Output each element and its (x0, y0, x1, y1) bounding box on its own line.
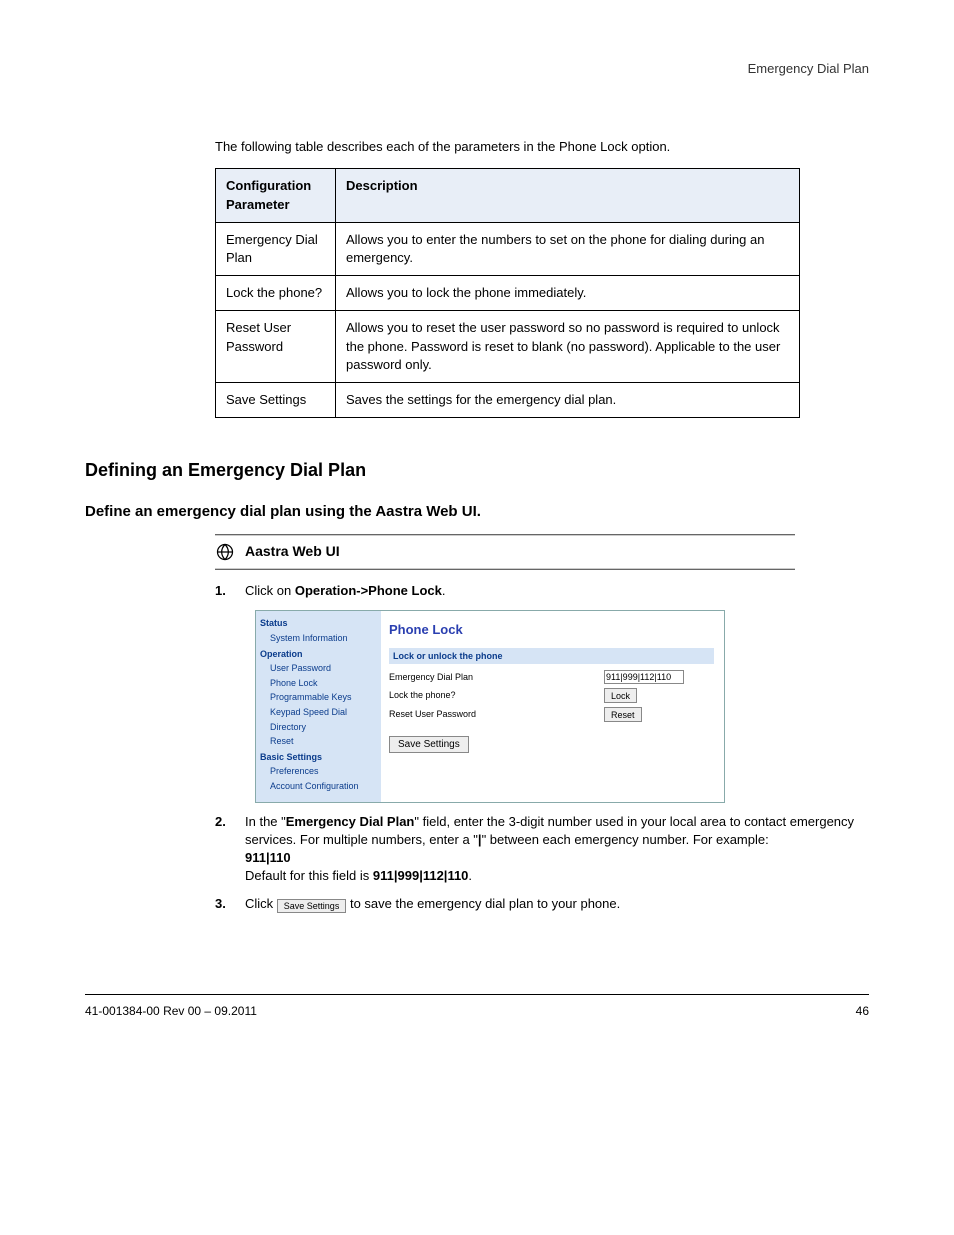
param-desc: Allows you to lock the phone immediately… (336, 276, 800, 311)
params-table-header-1: Description (336, 169, 800, 222)
step3-a: Click (245, 896, 277, 911)
save-settings-button[interactable]: Save Settings (389, 736, 469, 753)
sidebar-item-preferences[interactable]: Preferences (260, 764, 381, 779)
row-lock-phone: Lock the phone? Lock (389, 686, 714, 705)
sidebar-item-user-password[interactable]: User Password (260, 661, 381, 676)
sidebar-item-system-information[interactable]: System Information (260, 631, 381, 646)
inline-save-settings-icon: Save Settings (277, 896, 347, 914)
table-row: Reset User Password Allows you to reset … (216, 311, 800, 383)
page-header-right: Emergency Dial Plan (85, 60, 869, 78)
sidebar: Status System Information Operation User… (256, 611, 381, 801)
section-sub-title: Define an emergency dial plan using the … (85, 501, 869, 522)
divider (215, 568, 795, 570)
param-name: Reset User Password (216, 311, 336, 383)
step-1-b: Operation->Phone Lock (295, 583, 442, 598)
sidebar-item-programmable-keys[interactable]: Programmable Keys (260, 690, 381, 705)
step-number: 3. (215, 895, 235, 914)
params-table-header-0: Configuration Parameter (216, 169, 336, 222)
phone-lock-section-bar: Lock or unlock the phone (389, 648, 714, 665)
label-lock-phone: Lock the phone? (389, 689, 604, 702)
webui-banner-text: Aastra Web UI (245, 542, 340, 562)
step-text: Click on Operation->Phone Lock. (245, 582, 445, 600)
webui-banner: Aastra Web UI (215, 536, 795, 568)
page-footer: 41-001384-00 Rev 00 – 09.2011 46 (85, 1003, 869, 1020)
param-desc: Allows you to enter the numbers to set o… (336, 222, 800, 275)
step-number: 2. (215, 813, 235, 886)
lock-button[interactable]: Lock (604, 688, 637, 703)
step2-e: " between each emergency number. For exa… (482, 832, 769, 847)
step-text: Click Save Settings to save the emergenc… (245, 895, 620, 914)
step-1-c: . (442, 583, 446, 598)
step-text: In the "Emergency Dial Plan" field, ente… (245, 813, 869, 886)
params-table: Configuration Parameter Description Emer… (215, 168, 800, 418)
inline-save-settings-button[interactable]: Save Settings (277, 899, 347, 913)
phone-lock-screenshot: Status System Information Operation User… (255, 610, 725, 802)
param-name: Lock the phone? (216, 276, 336, 311)
step2-note: Default for this field is (245, 868, 373, 883)
section-title: Defining an Emergency Dial Plan (85, 458, 869, 483)
step-1-a: Click on (245, 583, 295, 598)
param-desc: Allows you to reset the user password so… (336, 311, 800, 383)
step2-note-c: . (468, 868, 472, 883)
footer-right: 46 (856, 1003, 869, 1020)
label-emergency-dial-plan: Emergency Dial Plan (389, 671, 604, 684)
row-emergency-dial-plan: Emergency Dial Plan (389, 668, 714, 686)
sidebar-group-operation[interactable]: Operation (260, 646, 381, 662)
param-name: Emergency Dial Plan (216, 222, 336, 275)
table-row: Save Settings Saves the settings for the… (216, 382, 800, 417)
footer-divider (85, 994, 869, 995)
phone-lock-main: Phone Lock Lock or unlock the phone Emer… (381, 611, 724, 801)
emergency-dial-plan-input[interactable] (604, 670, 684, 684)
param-name: Save Settings (216, 382, 336, 417)
sidebar-item-directory[interactable]: Directory (260, 720, 381, 735)
sidebar-group-basic-settings[interactable]: Basic Settings (260, 749, 381, 765)
step2-b: Emergency Dial Plan (286, 814, 415, 829)
table-row: Lock the phone? Allows you to lock the p… (216, 276, 800, 311)
step-number: 1. (215, 582, 235, 600)
row-reset-user-password: Reset User Password Reset (389, 705, 714, 724)
sidebar-item-reset[interactable]: Reset (260, 734, 381, 749)
sidebar-item-phone-lock[interactable]: Phone Lock (260, 676, 381, 691)
label-reset-user-password: Reset User Password (389, 708, 604, 721)
globe-icon (215, 542, 235, 562)
intro-text: The following table describes each of th… (215, 138, 869, 156)
footer-left: 41-001384-00 Rev 00 – 09.2011 (85, 1003, 257, 1020)
step2-note-b: 911|999|112|110 (373, 868, 469, 883)
reset-button[interactable]: Reset (604, 707, 642, 722)
sidebar-item-account-configuration[interactable]: Account Configuration (260, 779, 381, 794)
table-row: Emergency Dial Plan Allows you to enter … (216, 222, 800, 275)
param-desc: Saves the settings for the emergency dia… (336, 382, 800, 417)
step2-a: In the " (245, 814, 286, 829)
step3-b: to save the emergency dial plan to your … (350, 896, 620, 911)
sidebar-group-status[interactable]: Status (260, 615, 381, 631)
step2-example: 911|110 (245, 850, 291, 865)
save-settings-row: Save Settings (389, 736, 714, 753)
phone-lock-title: Phone Lock (389, 621, 714, 639)
sidebar-item-keypad-speed-dial[interactable]: Keypad Speed Dial (260, 705, 381, 720)
